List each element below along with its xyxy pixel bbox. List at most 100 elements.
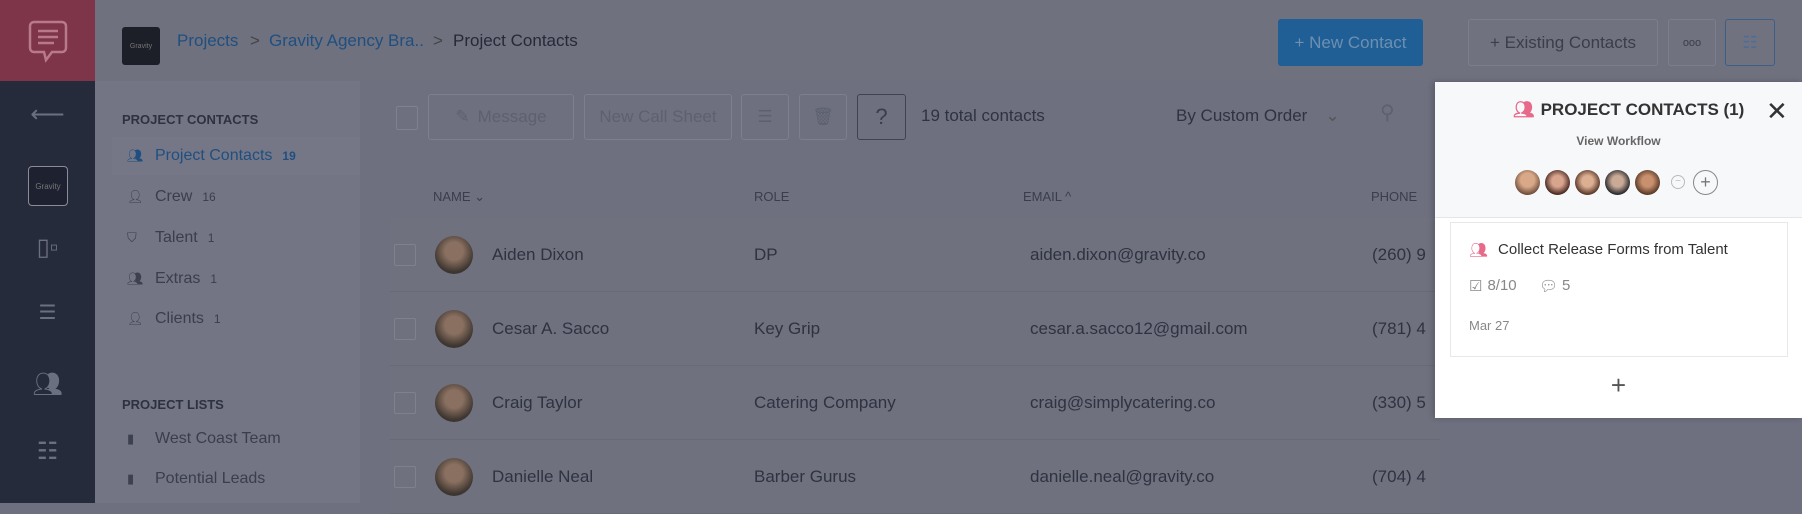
- trash-icon: 🗑︎: [812, 107, 834, 126]
- sidebar-item-clients[interactable]: 👤︎ Clients 1: [112, 300, 360, 338]
- sidebar-list-west-coast-team[interactable]: ▮ West Coast Team: [112, 420, 360, 458]
- due-date: Mar 27: [1469, 318, 1510, 333]
- sidebar-item-label: West Coast Team: [155, 430, 281, 447]
- list-icon[interactable]: ☷: [0, 437, 95, 466]
- app-logo[interactable]: [0, 0, 95, 81]
- sidebar-item-crew[interactable]: 👤︎ Crew 16: [112, 178, 360, 216]
- breadcrumb-projects[interactable]: Projects: [177, 31, 238, 51]
- contact-phone: (704) 4: [1372, 467, 1426, 486]
- add-list-icon: ☰: [757, 107, 773, 126]
- contact-name[interactable]: Cesar A. Sacco: [492, 319, 609, 339]
- breadcrumb-separator: >: [433, 31, 443, 50]
- sidebar-item-talent[interactable]: ⛉ Talent 1: [112, 219, 360, 257]
- panel-title-text: PROJECT CONTACTS (1): [1540, 100, 1745, 119]
- chat-logo-icon: [28, 20, 67, 63]
- avatar[interactable]: [1545, 170, 1570, 195]
- add-to-list-button[interactable]: ☰: [741, 94, 789, 140]
- add-card-button[interactable]: +: [1435, 370, 1802, 401]
- close-icon[interactable]: ✕: [1766, 96, 1788, 127]
- project-logo[interactable]: Gravity: [28, 166, 68, 206]
- add-member-icon[interactable]: +: [1693, 170, 1718, 195]
- row-checkbox[interactable]: [394, 392, 416, 414]
- row-checkbox[interactable]: [394, 244, 416, 266]
- breadcrumb-separator: >: [250, 31, 260, 50]
- contact-name[interactable]: Aiden Dixon: [492, 245, 584, 265]
- contacts-icon[interactable]: 👥︎: [0, 370, 95, 399]
- breadcrumb-project[interactable]: Gravity Agency Bra..: [269, 31, 424, 51]
- sort-dropdown[interactable]: By Custom Order ⌄: [1176, 106, 1340, 126]
- contact-email[interactable]: craig@simplycatering.co: [1030, 393, 1215, 413]
- mask-icon: ⛉: [127, 230, 137, 245]
- new-contact-button[interactable]: + New Contact: [1278, 19, 1423, 66]
- contact-role: Barber Gurus: [754, 467, 857, 486]
- contact-email[interactable]: cesar.a.sacco12@gmail.com: [1030, 319, 1248, 339]
- crowd-icon: 👥︎: [127, 271, 144, 286]
- checkbox-icon: ☑: [1469, 278, 1483, 295]
- contact-name[interactable]: Craig Taylor: [492, 393, 582, 413]
- board-icon[interactable]: ▯▫: [0, 233, 95, 262]
- section-heading: PROJECT CONTACTS: [122, 112, 259, 127]
- sidebar-item-label: Crew: [155, 188, 193, 205]
- contact-email[interactable]: aiden.dixon@gravity.co: [1030, 245, 1206, 265]
- delete-button[interactable]: 🗑︎: [799, 94, 847, 140]
- message-button[interactable]: ✎ Message: [428, 94, 574, 140]
- total-contacts: 19 total contacts: [921, 106, 1045, 125]
- card-title: 👥︎ Collect Release Forms from Talent: [1469, 241, 1728, 259]
- avatar[interactable]: [1605, 170, 1630, 195]
- avatar: [435, 310, 473, 348]
- workflow-card[interactable]: 👥︎ Collect Release Forms from Talent ☑ 8/1…: [1450, 222, 1788, 357]
- list-doc-icon: ▮: [127, 431, 135, 446]
- more-options-button[interactable]: ooo: [1668, 19, 1716, 66]
- new-call-sheet-button[interactable]: New Call Sheet: [584, 94, 732, 140]
- table-row[interactable]: Cesar A. Sacco Key Grip cesar.a.sacco12@…: [390, 292, 1440, 366]
- sidebar-item-label: Extras: [155, 270, 201, 287]
- table-row[interactable]: Craig Taylor Catering Company craig@simp…: [390, 366, 1440, 440]
- back-arrow-icon[interactable]: ⟵: [0, 100, 95, 129]
- crew-icon: 👤︎: [127, 189, 144, 204]
- sidebar-item-label: Talent: [155, 229, 198, 246]
- sidebar-item-extras[interactable]: 👥︎ Extras 1: [112, 260, 360, 298]
- checklist-toggle-button[interactable]: ☷: [1725, 19, 1775, 66]
- group-icon: 👥︎: [1469, 242, 1489, 259]
- help-button[interactable]: ?: [857, 94, 906, 140]
- column-header-phone[interactable]: PHONE: [1371, 189, 1417, 204]
- comment-count: 💬︎ 5: [1539, 277, 1570, 295]
- group-icon: 👥︎: [127, 148, 144, 163]
- button-label: Message: [477, 107, 547, 126]
- sidebar-item-count: 1: [207, 231, 215, 245]
- contact-phone: (781) 4: [1372, 319, 1426, 338]
- avatar[interactable]: [1515, 170, 1540, 195]
- comments-value: 5: [1562, 277, 1571, 294]
- avatar[interactable]: [1635, 170, 1660, 195]
- sidebar-item-count: 1: [210, 272, 218, 286]
- row-checkbox[interactable]: [394, 318, 416, 340]
- gantt-icon[interactable]: ☰: [0, 300, 95, 325]
- remove-member-icon[interactable]: −: [1671, 175, 1685, 189]
- sort-value: By Custom Order: [1176, 106, 1308, 125]
- sidebar-item-count: 1: [213, 312, 221, 326]
- existing-contacts-button[interactable]: + Existing Contacts: [1468, 19, 1658, 66]
- column-header-email[interactable]: EMAIL ^: [1023, 189, 1071, 204]
- table-row[interactable]: Aiden Dixon DP aiden.dixon@gravity.co (2…: [390, 218, 1440, 292]
- contact-role: Catering Company: [754, 393, 896, 412]
- sidebar-item-project-contacts[interactable]: 👥︎ Project Contacts 19: [112, 137, 360, 175]
- sidebar-item-label: Project Contacts: [155, 147, 273, 164]
- search-icon[interactable]: ⚲: [1380, 100, 1395, 125]
- column-header-name[interactable]: NAME ⌄: [433, 189, 485, 205]
- view-workflow-link[interactable]: View Workflow: [1435, 134, 1802, 148]
- group-icon: 👥︎: [1513, 100, 1535, 119]
- checklist-value: 8/10: [1487, 277, 1517, 294]
- contact-name[interactable]: Danielle Neal: [492, 467, 593, 487]
- pen-icon: ✎: [455, 107, 470, 126]
- avatar: [435, 384, 473, 422]
- avatar[interactable]: [1575, 170, 1600, 195]
- row-checkbox[interactable]: [394, 466, 416, 488]
- sidebar-list-potential-leads[interactable]: ▮ Potential Leads: [112, 460, 360, 498]
- checklist-icon: ☷: [1742, 32, 1758, 52]
- sidebar-item-count: 16: [202, 190, 216, 204]
- select-all-checkbox[interactable]: [396, 106, 418, 130]
- contact-email[interactable]: danielle.neal@gravity.co: [1030, 467, 1214, 487]
- section-heading: PROJECT LISTS: [122, 397, 224, 412]
- column-header-role[interactable]: ROLE: [754, 189, 789, 204]
- contact-phone: (260) 9: [1372, 245, 1426, 264]
